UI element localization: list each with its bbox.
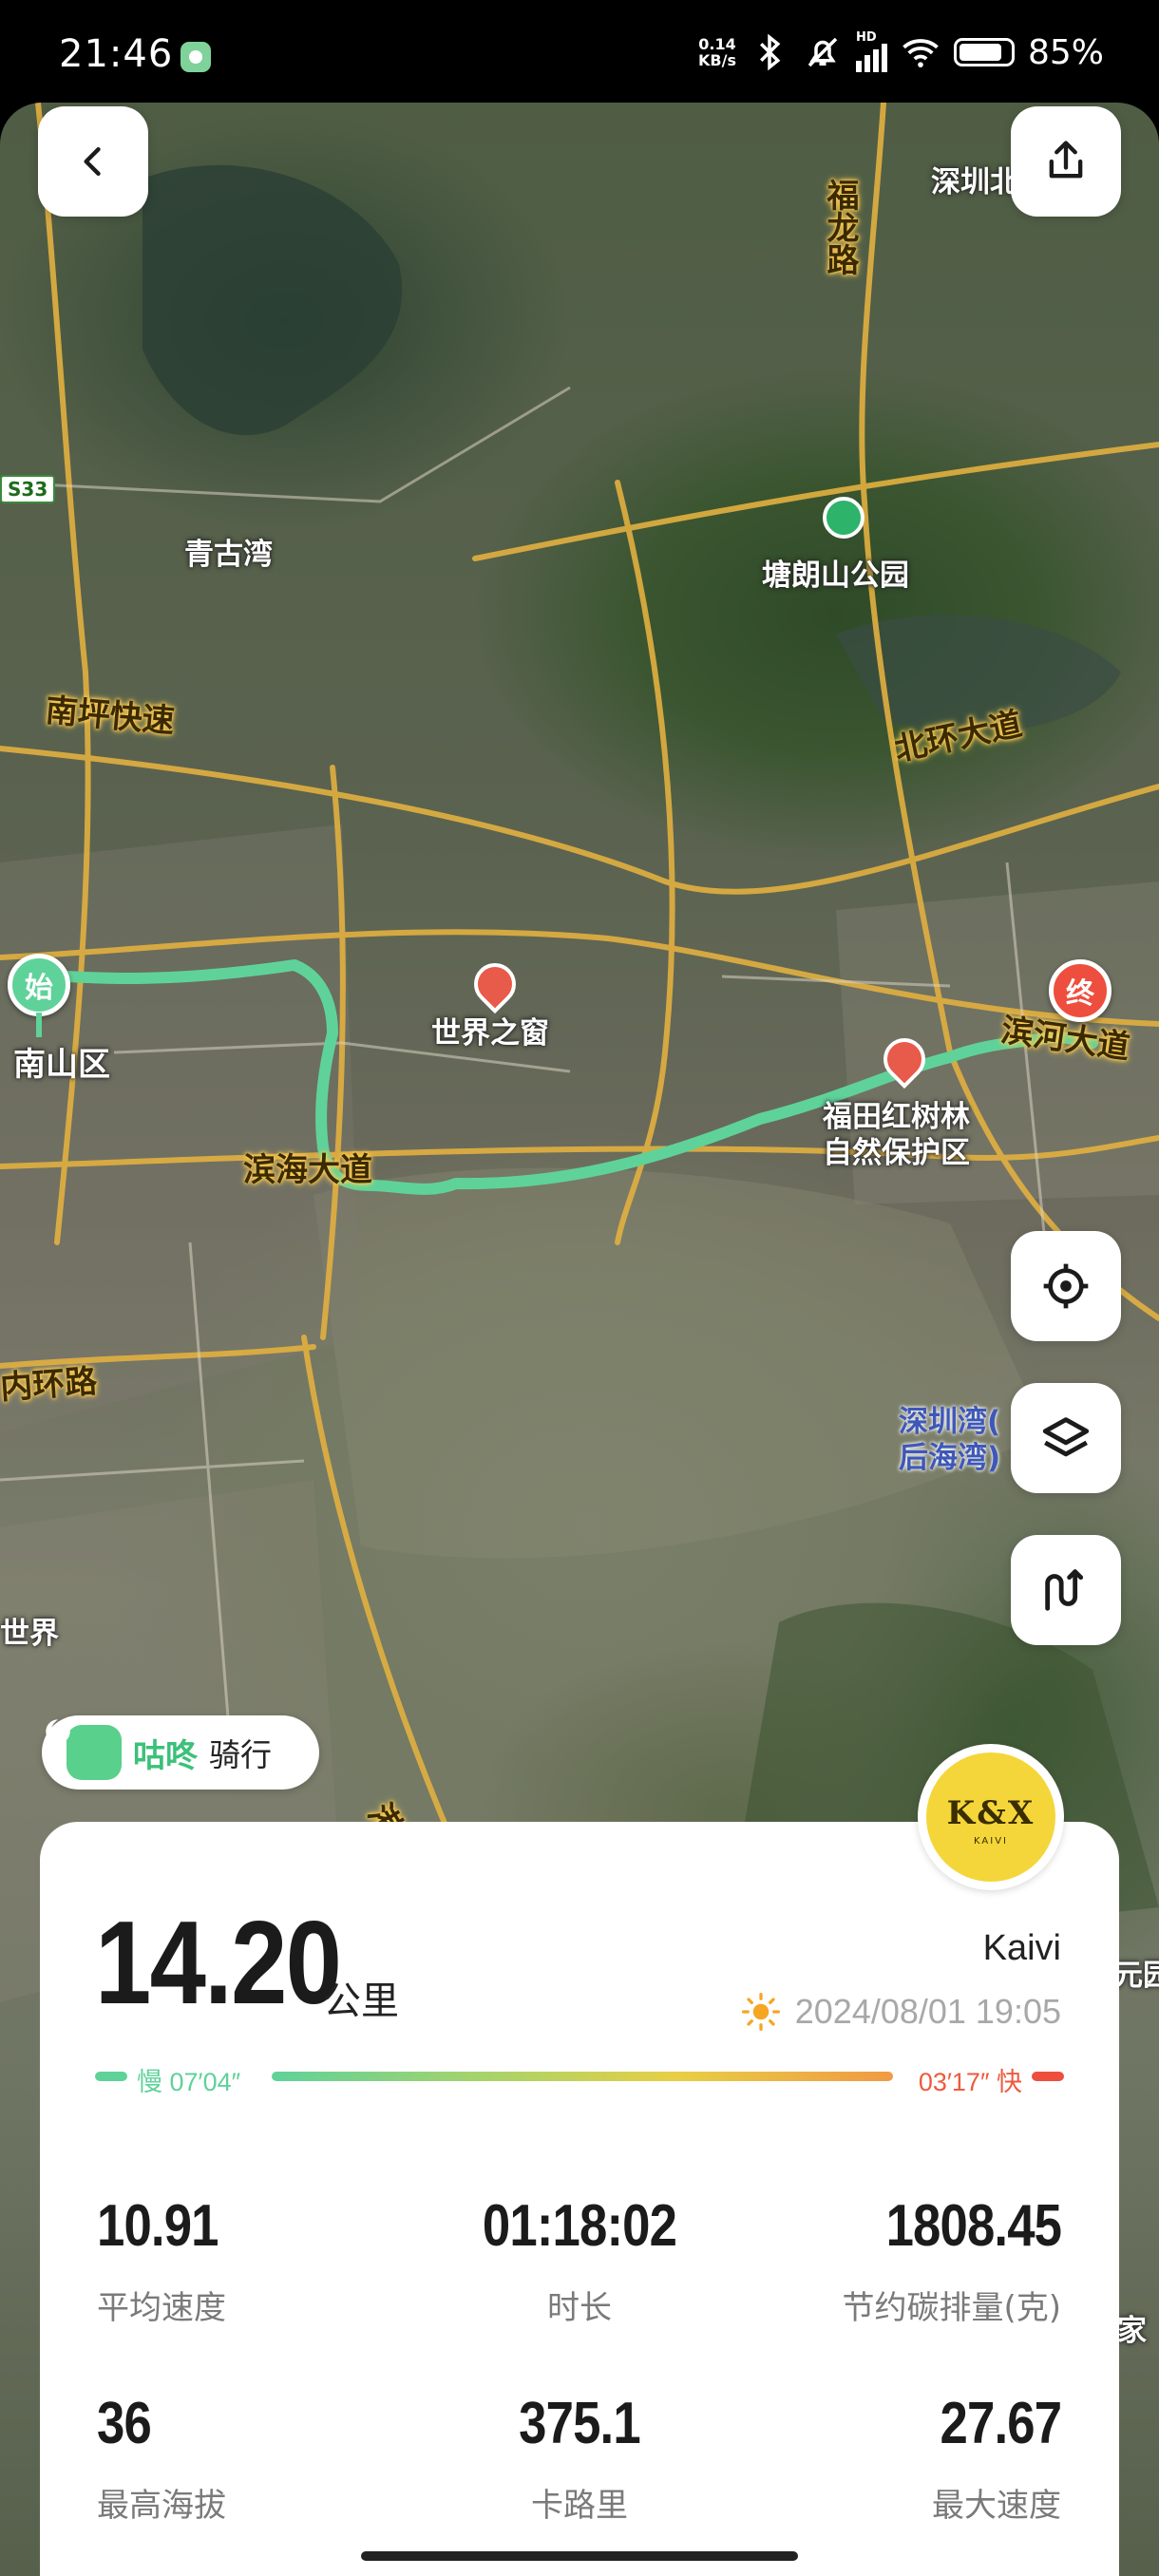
- pace-legend: 慢 07′04″ 03′17″ 快: [95, 2061, 1064, 2096]
- brand-name: 咕咚: [133, 1736, 198, 1775]
- ride-datetime: 2024/08/01 19:05: [794, 1992, 1061, 2031]
- chevron-left-icon: [84, 146, 101, 177]
- avatar-text: K&X: [946, 1794, 1036, 1832]
- network-speed-value: 0.14: [698, 35, 736, 53]
- road-label-neihuan: 内环路: [0, 1362, 99, 1408]
- wifi-icon: [902, 39, 939, 67]
- road-label-fulong: 福龙路: [821, 179, 859, 275]
- mute-icon: [808, 37, 838, 67]
- max-speed-label: 最大速度: [932, 2487, 1061, 2525]
- distance-value: 14.20: [95, 1898, 342, 2029]
- status-indicators: 0.14 KB/s HD 85%: [698, 28, 1104, 76]
- start-marker-tail: [36, 1013, 42, 1037]
- home-indicator[interactable]: [361, 2551, 798, 2561]
- road-shield-s33: S33: [0, 475, 56, 503]
- avg-speed-value: 10.91: [97, 2193, 218, 2259]
- map-label-shijie-edge: 世界: [0, 1617, 59, 1651]
- map-label-qinggu-bay: 青古湾: [184, 538, 273, 572]
- max-altitude-label: 最高海拔: [97, 2487, 226, 2525]
- status-time: 21:46: [59, 32, 174, 76]
- cellular-signal-icon: HD: [855, 30, 887, 72]
- sun-icon: [741, 1993, 780, 2031]
- pace-fast-swatch: [1032, 2072, 1064, 2081]
- brand-badge: 咕咚 骑行: [42, 1715, 319, 1790]
- layers-icon: [1042, 1417, 1090, 1457]
- avatar-subtext: KAIVI: [974, 1836, 1008, 1847]
- pace-fast-label: 03′17″ 快: [918, 2068, 1022, 2096]
- park-pin-icon: [823, 497, 864, 539]
- map-layers-button[interactable]: [1011, 1383, 1121, 1493]
- duration-label: 时长: [547, 2289, 612, 2327]
- status-bar: 21:46 0.14 KB/s HD 85%: [0, 0, 1159, 104]
- carbon-saved-value: 1808.45: [885, 2193, 1061, 2259]
- bay-label-line-1: 深圳湾(: [899, 1405, 1001, 1439]
- share-button[interactable]: [1011, 106, 1121, 217]
- map-label-window-of-world: 世界之窗: [431, 1016, 549, 1051]
- bluetooth-icon: [759, 33, 781, 71]
- map-label-shenzhen-bei: 深圳北: [931, 165, 1019, 199]
- route-end-marker[interactable]: 终: [1049, 959, 1112, 1022]
- map-label-jia-edge: 家: [1117, 2314, 1147, 2348]
- username: Kaivi: [982, 1928, 1061, 1968]
- duration-value: 01:18:02: [482, 2193, 677, 2259]
- map-label-yuan-edge: 元园: [1113, 1959, 1159, 1993]
- network-speed-unit: KB/s: [698, 51, 736, 69]
- ride-datetime-row: 2024/08/01 19:05: [740, 1991, 1061, 2033]
- codoon-logo-icon: [46, 1719, 122, 1780]
- route-start-marker[interactable]: 始: [8, 954, 70, 1016]
- pace-gradient-bar: [272, 2072, 893, 2081]
- road-label-binhai-left: 滨海大道: [243, 1151, 372, 1189]
- map-label-nanshan: 南山区: [13, 1046, 110, 1084]
- pace-slow-swatch: [95, 2072, 127, 2081]
- activity-type: 骑行: [209, 1736, 272, 1773]
- locate-icon: [1043, 1263, 1089, 1309]
- bay-label-line-2: 后海湾): [899, 1441, 1001, 1475]
- map-label-futian-mangrove-2: 自然保护区: [823, 1136, 970, 1170]
- calories-label: 卡路里: [531, 2487, 628, 2525]
- signal-hd-tag: HD: [855, 30, 877, 45]
- back-button[interactable]: [38, 106, 148, 217]
- calories-value: 375.1: [519, 2391, 640, 2456]
- map-label-tanglang-park: 塘朗山公园: [762, 559, 909, 593]
- max-altitude-value: 36: [97, 2391, 152, 2456]
- distance-unit: 公里: [323, 1979, 399, 2023]
- network-speed: 0.14 KB/s: [698, 36, 736, 68]
- avatar[interactable]: K&X KAIVI: [918, 1744, 1064, 1890]
- locate-button[interactable]: [1011, 1231, 1121, 1341]
- notification-app-icon: [180, 42, 211, 72]
- route-replay-button[interactable]: [1011, 1535, 1121, 1645]
- battery-percent: 85%: [1027, 32, 1104, 72]
- route-icon: [1045, 1569, 1084, 1611]
- map-label-shenzhen-bay: 深圳湾( 后海湾): [899, 1404, 1000, 1476]
- carbon-saved-label: 节约碳排量(克): [842, 2289, 1061, 2327]
- battery-icon: [953, 38, 1015, 66]
- avg-speed-label: 平均速度: [97, 2289, 226, 2327]
- share-icon: [1049, 141, 1083, 179]
- max-speed-value: 27.67: [940, 2391, 1061, 2456]
- avatar-image: K&X KAIVI: [926, 1752, 1055, 1882]
- pace-slow-label: 慢 07′04″: [137, 2068, 241, 2096]
